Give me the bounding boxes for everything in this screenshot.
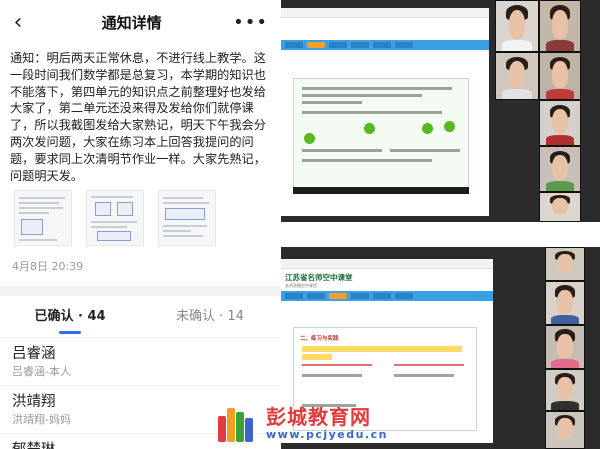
chevron-left-icon[interactable]: ‹ [6,10,30,35]
notice-detail-screen: ‹ 通知详情 ••• 通知：明后两天正常休息，不进行线上教学。这一段时间我们数学… [0,0,280,449]
video-tile [545,411,585,449]
video-tile [545,369,585,411]
video-tile [539,146,581,192]
video-tile [545,281,585,325]
tab-unconfirmed[interactable]: 未确认 · 14 [140,296,280,338]
lesson-slide [293,78,469,194]
video-tile [495,0,539,52]
watermark-name: 彭城教育网 [266,404,371,429]
books-logo-icon [218,404,258,442]
site-banner [281,18,489,40]
class-screenshot-1 [281,0,600,222]
top-bar: ‹ 通知详情 ••• [0,0,280,44]
browser-window [281,8,489,216]
site-nav [281,40,489,50]
slide-section-title: 二、练习与实践 [300,336,339,342]
video-tile [539,192,581,222]
site-watermark: 彭城教育网 www.pcjyedu.cn [218,404,388,442]
tab-confirmed[interactable]: 已确认 · 44 [0,296,140,338]
attachment-image-1[interactable] [14,190,72,247]
more-dots-icon[interactable]: ••• [233,12,268,33]
page-title: 通知详情 [101,13,162,32]
attachment-image-2[interactable] [86,190,144,247]
address-bar [281,259,493,269]
section-divider [0,286,280,297]
address-bar [281,8,489,18]
site-banner: 江苏省名师空中课堂 名师直播空中课堂 [281,269,493,291]
video-tile [539,100,581,146]
video-tile [539,0,581,52]
attachment-thumbnails [0,184,280,247]
site-brand: 江苏省名师空中课堂 [285,272,353,282]
video-controls[interactable] [293,187,469,194]
video-tile [539,52,581,100]
notice-date: 4月8日 20:39 [12,260,84,274]
attachment-image-3[interactable] [158,190,216,247]
site-nav [281,291,493,301]
person-name: 吕睿涵 [12,346,56,363]
person-relation: 吕睿涵-本人 [12,365,71,379]
watermark-url: www.pcjyedu.cn [266,427,388,441]
notice-text: 通知：明后两天正常休息，不进行线上教学。这一段时间我们数学都是总复习，本学期的知… [10,51,266,183]
site-brand-sub: 名师直播空中课堂 [285,282,317,288]
video-tile [545,247,585,281]
video-tile [495,52,539,100]
confirm-tabs: 已确认 · 44 未确认 · 14 [0,296,280,339]
video-tile [545,325,585,369]
list-item[interactable]: 吕睿涵 吕睿涵-本人 [0,338,280,387]
